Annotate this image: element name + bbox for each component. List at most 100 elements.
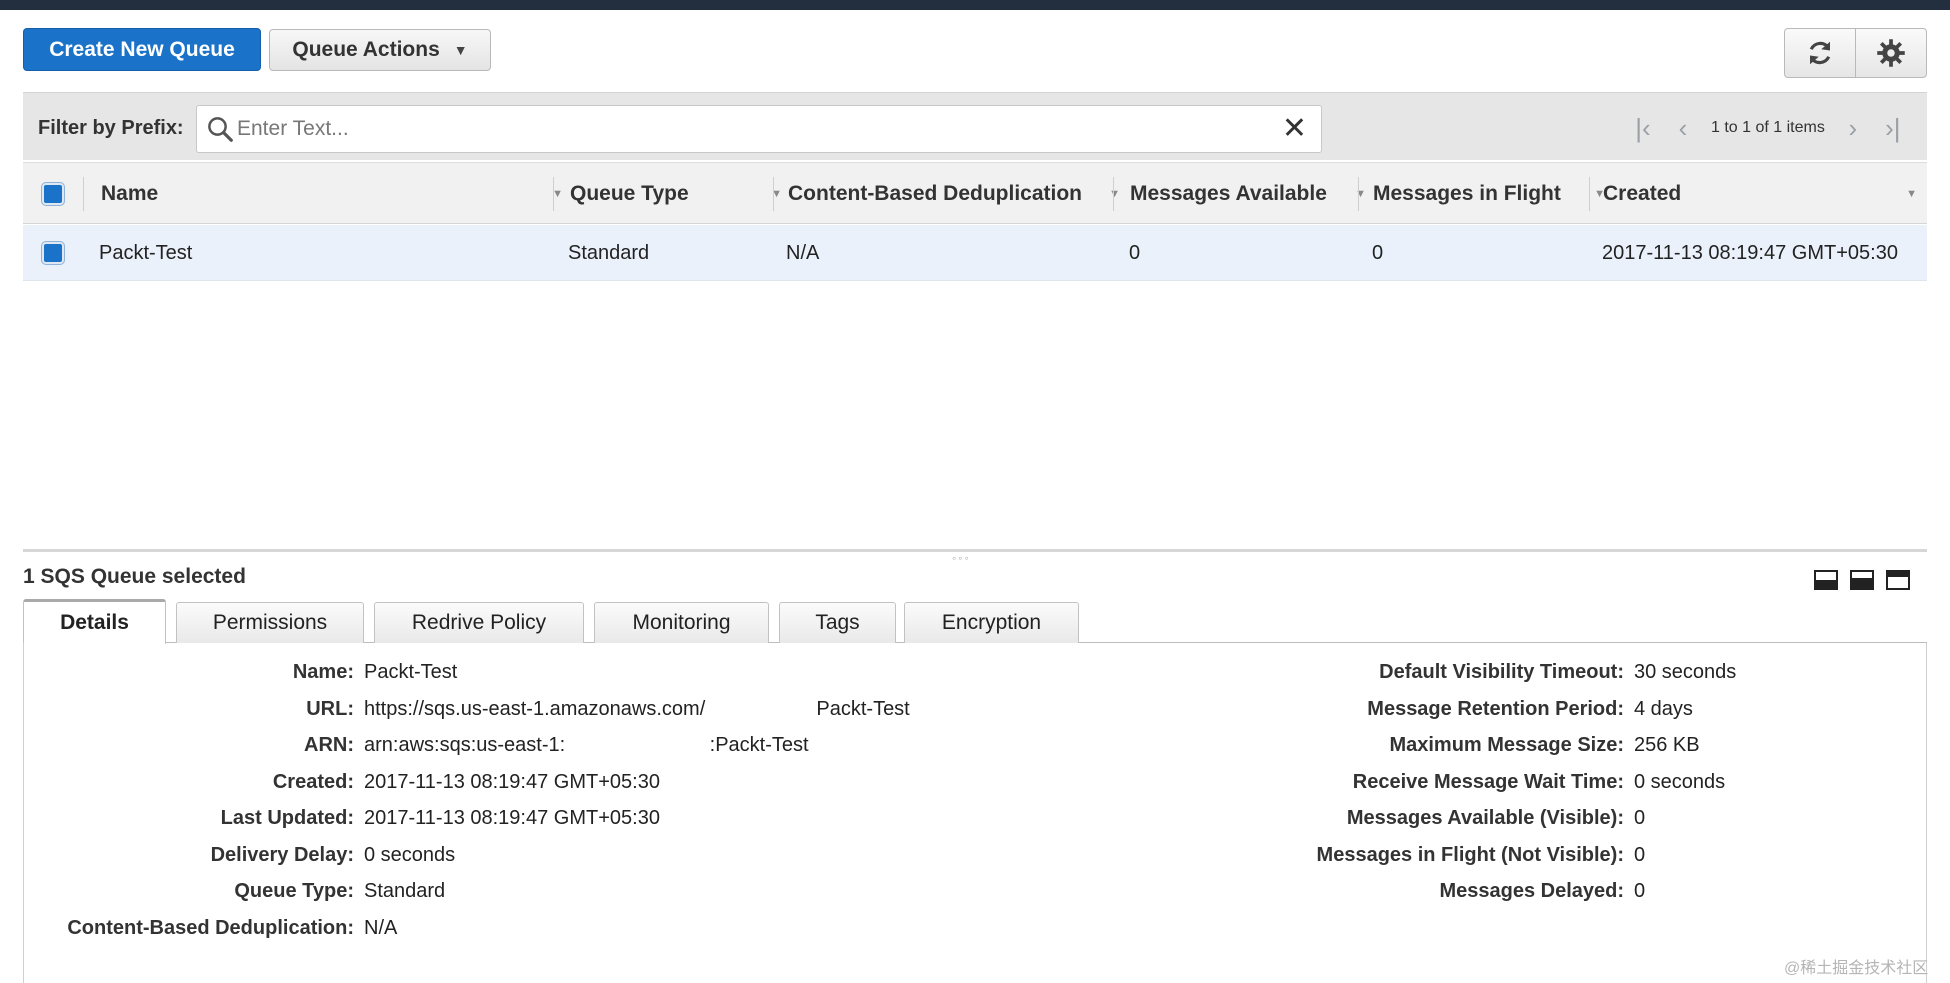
pagination-text: 1 to 1 of 1 items (1711, 119, 1825, 136)
detail-messages-in-flight: Messages in Flight (Not Visible): 0 (1124, 840, 1646, 870)
selection-summary: 1 SQS Queue selected (23, 565, 246, 588)
next-page-icon[interactable]: › (1833, 113, 1873, 144)
cell-queue-type: Standard (568, 241, 650, 264)
sort-icon: ▼ (1906, 188, 1917, 200)
watermark: @稀土掘金技术社区 (1784, 960, 1929, 977)
table-row[interactable]: Packt-Test Standard N/A 0 0 2017-11-13 0… (23, 225, 1927, 281)
first-page-icon[interactable]: |‹ (1623, 113, 1663, 144)
detail-key: URL: (306, 697, 354, 720)
detail-value: 0 seconds (364, 843, 456, 866)
detail-last-updated: Last Updated: 2017-11-13 08:19:47 GMT+05:… (24, 803, 660, 833)
column-header-name[interactable]: Name ▼ (101, 163, 571, 225)
tab-details[interactable]: Details (23, 599, 166, 644)
column-header-label: Name (101, 182, 159, 205)
layout-split-icon[interactable] (1850, 570, 1874, 590)
detail-key: Created: (272, 770, 354, 793)
detail-key: Message Retention Period: (1367, 697, 1624, 720)
select-all-checkbox[interactable] (42, 183, 64, 205)
detail-value: arn:aws:sqs:us-east-1: :Packt-Test (364, 733, 809, 756)
close-icon[interactable]: ✕ (1282, 114, 1307, 144)
detail-value: Standard (364, 879, 446, 902)
cell-messages-available: 0 (1129, 241, 1141, 264)
filter-field[interactable]: ✕ (196, 105, 1322, 153)
column-divider (1589, 177, 1590, 211)
last-page-icon[interactable]: ›| (1873, 113, 1913, 144)
cell-name: Packt-Test (99, 241, 193, 264)
tab-monitoring[interactable]: Monitoring (594, 602, 769, 643)
layout-bottom-icon[interactable] (1814, 570, 1838, 590)
detail-key: Messages Delayed: (1439, 879, 1624, 902)
column-header-label: Content-Based Deduplication (788, 182, 1083, 205)
column-header-messages-available[interactable]: Messages Available ▼ (1130, 163, 1374, 225)
create-new-queue-button[interactable]: Create New Queue (23, 28, 261, 71)
tab-redrive-policy[interactable]: Redrive Policy (374, 602, 584, 643)
column-divider (1113, 177, 1114, 211)
detail-key: Last Updated: (220, 806, 354, 829)
detail-value: 2017-11-13 08:19:47 GMT+05:30 (364, 806, 660, 829)
detail-queue-type: Queue Type: Standard (24, 876, 445, 906)
detail-key: Queue Type: (234, 879, 354, 902)
queue-actions-dropdown[interactable]: Queue Actions ▼ (269, 29, 491, 71)
details-content: Name: Packt-Test URL: https://sqs.us-east-… (23, 643, 1927, 983)
detail-key: Messages in Flight (Not Visible): (1316, 843, 1624, 866)
refresh-button[interactable] (1784, 28, 1856, 78)
column-header-queue-type[interactable]: Queue Type ▼ (570, 163, 790, 225)
layout-top-icon[interactable] (1886, 570, 1910, 590)
detail-max-message-size: Maximum Message Size: 256 KB (1124, 730, 1700, 760)
detail-visibility-timeout: Default Visibility Timeout: 30 seconds (1124, 657, 1736, 687)
detail-value: 256 KB (1634, 733, 1700, 756)
filter-input[interactable] (237, 112, 1257, 146)
detail-value[interactable]: https://sqs.us-east-1.amazonaws.com/ Pac… (364, 698, 910, 721)
column-divider (773, 177, 774, 211)
detail-key: Receive Message Wait Time: (1352, 770, 1624, 793)
cell-messages-in-flight: 0 (1372, 241, 1384, 264)
splitter-grip-icon[interactable]: ◦◦◦ (952, 551, 971, 565)
detail-retention-period: Message Retention Period: 4 days (1124, 694, 1693, 724)
detail-content-dedup: Content-Based Deduplication: N/A (24, 913, 397, 943)
detail-name: Name: Packt-Test (24, 657, 458, 687)
tab-tags[interactable]: Tags (779, 602, 896, 643)
settings-button[interactable] (1855, 28, 1927, 78)
search-icon (208, 117, 233, 142)
column-header-label: Queue Type (570, 182, 689, 205)
cell-dedup: N/A (786, 241, 820, 264)
detail-value: N/A (364, 916, 398, 939)
detail-messages-delayed: Messages Delayed: 0 (1124, 876, 1645, 906)
chevron-down-icon: ▼ (453, 42, 468, 58)
filter-label: Filter by Prefix: (38, 117, 184, 139)
detail-value: 4 days (1634, 697, 1693, 720)
tab-permissions[interactable]: Permissions (176, 602, 364, 643)
detail-key: Maximum Message Size: (1389, 733, 1624, 756)
column-header-messages-in-flight[interactable]: Messages in Flight ▼ (1373, 163, 1613, 225)
refresh-icon (1809, 41, 1831, 65)
detail-value: 0 (1634, 879, 1646, 902)
detail-key: Delivery Delay: (210, 843, 354, 866)
column-divider (1358, 177, 1359, 211)
detail-value: Packt-Test (364, 660, 458, 683)
detail-url: URL: https://sqs.us-east-1.amazonaws.com/… (24, 694, 910, 724)
detail-key: ARN: (304, 733, 354, 756)
detail-value: 0 (1634, 806, 1646, 829)
queue-actions-label: Queue Actions (292, 38, 440, 61)
pagination: |‹ ‹ 1 to 1 of 1 items › ›| (1623, 113, 1913, 143)
column-header-created[interactable]: Created ▼ (1603, 163, 1925, 225)
cell-created: 2017-11-13 08:19:47 GMT+05:30 (1602, 241, 1898, 264)
tab-encryption[interactable]: Encryption (904, 602, 1079, 643)
column-header-dedup[interactable]: Content-Based Deduplication ▼ (788, 163, 1128, 225)
detail-key: Messages Available (Visible): (1346, 806, 1624, 829)
detail-created: Created: 2017-11-13 08:19:47 GMT+05:30 (24, 767, 660, 797)
panel-splitter[interactable] (23, 549, 1927, 552)
detail-key: Content-Based Deduplication: (67, 916, 354, 939)
column-header-label: Created (1603, 182, 1682, 205)
detail-arn: ARN: arn:aws:sqs:us-east-1: :Packt-Test (24, 730, 809, 760)
detail-key: Name: (292, 660, 354, 683)
prev-page-icon[interactable]: ‹ (1663, 113, 1703, 144)
gear-icon (1877, 39, 1905, 67)
detail-value: 0 (1634, 843, 1646, 866)
detail-value: 2017-11-13 08:19:47 GMT+05:30 (364, 770, 660, 793)
panel-layout-controls (1814, 570, 1910, 590)
column-divider (553, 177, 554, 211)
console-top-bar (0, 0, 1950, 10)
row-checkbox[interactable] (42, 242, 64, 264)
column-header-label: Messages in Flight (1373, 182, 1561, 205)
